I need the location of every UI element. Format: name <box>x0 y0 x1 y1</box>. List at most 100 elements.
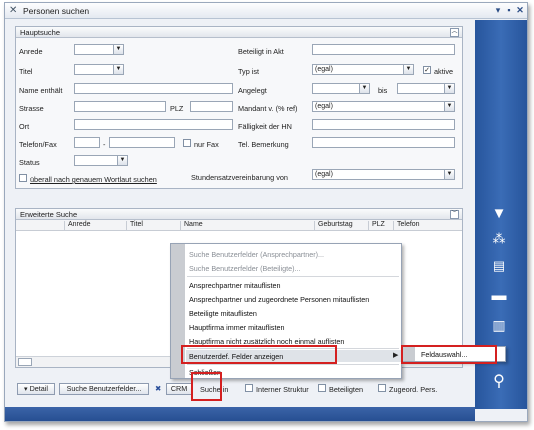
plz-label: PLZ <box>170 104 184 113</box>
zugeord-pers-label: Zugeord. Pers. <box>389 385 438 394</box>
submenu-highlight-box <box>401 345 497 364</box>
typ-select[interactable]: (egal) ▼ <box>312 64 414 75</box>
chevron-down-icon: ▼ <box>444 170 454 179</box>
aktive-label: aktive <box>434 67 454 76</box>
strasse-input[interactable] <box>74 101 166 112</box>
tool-icon: ✕ <box>9 5 18 16</box>
chevron-down-icon: ▼ <box>113 65 123 74</box>
telefon-separator: - <box>103 140 106 149</box>
col-titel[interactable]: Titel <box>126 221 143 230</box>
erweiterte-title: Erweiterte Suche <box>20 210 78 219</box>
anrede-label: Anrede <box>19 47 43 56</box>
col-geburtstag[interactable]: Geburtstag <box>314 221 353 230</box>
menu-item-ansprechpartner-zugeordnete[interactable]: Ansprechpartner und zugeordnete Personen… <box>189 295 369 304</box>
status-label: Status <box>19 158 40 167</box>
submenu-arrow-icon: ▶ <box>393 352 399 359</box>
expand-icon[interactable]: ﹀ <box>450 210 459 219</box>
stundensatz-label: Stundensatzvereinbarung von <box>191 173 288 182</box>
grid-header: Anrede Titel Name Geburtstag PLZ Telefon <box>16 220 462 231</box>
menu-separator <box>187 276 399 277</box>
angelegt-bis-select[interactable]: ▼ <box>397 83 455 94</box>
telefon-vorwahl-input[interactable] <box>74 137 100 148</box>
tree-icon[interactable]: ⁂ <box>489 229 509 249</box>
suche-benutzerfelder-button[interactable]: Suche Benutzerfelder... <box>59 383 149 395</box>
restore-icon[interactable]: ▪ <box>504 5 514 15</box>
erweiterte-header[interactable]: Erweiterte Suche ﹀ <box>16 209 462 220</box>
tel-bemerkung-input[interactable] <box>312 137 455 148</box>
stundensatz-select[interactable]: (egal) ▼ <box>312 169 455 180</box>
window-title: Personen suchen <box>23 6 90 16</box>
telefon-label: Telefon/Fax <box>19 140 57 149</box>
trash-icon[interactable]: ▥ <box>489 315 509 335</box>
bis-label: bis <box>378 86 388 95</box>
menu-item-suche-beteiligte[interactable]: Suche Benutzerfelder (Beteiligte)... <box>189 264 300 273</box>
anrede-select[interactable]: ▼ <box>74 44 124 55</box>
menu-highlight-box <box>181 345 337 364</box>
filter-icon[interactable]: ▼ <box>489 204 509 224</box>
menu-separator <box>187 364 399 365</box>
plz-input[interactable] <box>190 101 233 112</box>
interner-struktur-label: Interner Struktur <box>256 385 309 394</box>
titel-label: Titel <box>19 67 33 76</box>
crm-x-icon: ✖ <box>155 384 162 393</box>
col-anrede[interactable]: Anrede <box>64 221 91 230</box>
chevron-down-icon: ▼ <box>444 102 454 111</box>
nur-fax-checkbox[interactable] <box>183 139 191 147</box>
faelligkeit-label: Fälligkeit der HN <box>238 122 292 131</box>
menu-item-hauptfirma-immer[interactable]: Hauptfirma immer mitauflisten <box>189 323 284 332</box>
typ-label: Typ ist <box>238 67 260 76</box>
angelegt-label: Angelegt <box>238 86 267 95</box>
printer-icon[interactable]: ▬ <box>489 286 509 306</box>
telefon-input[interactable] <box>109 137 175 148</box>
ueberall-checkbox[interactable] <box>19 174 27 182</box>
col-plz[interactable]: PLZ <box>368 221 385 230</box>
search-icon[interactable]: ⚲ <box>489 372 509 392</box>
name-label: Name enthält <box>19 86 63 95</box>
chevron-down-icon: ▼ <box>117 156 127 165</box>
collapse-icon[interactable]: ︿ <box>450 28 459 37</box>
chevron-down-icon: ▼ <box>403 65 413 74</box>
strasse-label: Strasse <box>19 104 44 113</box>
hauptsuche-title: Hauptsuche <box>20 28 61 37</box>
col-name[interactable]: Name <box>180 221 203 230</box>
menu-item-beteiligte-mitauflisten[interactable]: Beteiligte mitauflisten <box>189 309 257 318</box>
pin-icon[interactable]: ▾ <box>493 5 503 15</box>
stundensatz-value: (egal) <box>315 171 333 178</box>
beteiligt-input[interactable] <box>312 44 455 55</box>
close-icon[interactable]: ✕ <box>515 5 525 15</box>
mandant-label: Mandant v. (% ref) <box>238 104 298 113</box>
titel-select[interactable]: ▼ <box>74 64 124 75</box>
menu-item-suche-ansprechpartner[interactable]: Suche Benutzerfelder (Ansprechpartner)..… <box>189 250 324 259</box>
mandant-value: (egal) <box>315 103 333 110</box>
mandant-select[interactable]: (egal) ▼ <box>312 101 455 112</box>
name-input[interactable] <box>74 83 233 94</box>
hauptsuche-header[interactable]: Hauptsuche ︿ <box>16 27 462 38</box>
chevron-down-icon: ▼ <box>113 45 123 54</box>
typ-value: (egal) <box>315 66 333 73</box>
beteiligten-label: Beteiligten <box>329 385 364 394</box>
beteiligten-checkbox[interactable] <box>318 384 326 392</box>
status-select[interactable]: ▼ <box>74 155 128 166</box>
interner-struktur-checkbox[interactable] <box>245 384 253 392</box>
beteiligt-label: Beteiligt in Akt <box>238 47 284 56</box>
crm-button[interactable]: CRM <box>166 383 192 395</box>
aktive-checkbox[interactable]: ✓ <box>423 66 431 74</box>
title-bar: ✕ Personen suchen ▾ ▪ ✕ <box>5 3 527 19</box>
status-bar <box>5 407 475 421</box>
ort-input[interactable] <box>74 119 233 130</box>
ort-label: Ort <box>19 122 30 131</box>
ueberall-label: überall nach genauem Wortlaut suchen <box>30 175 157 184</box>
document-icon[interactable]: ▤ <box>489 256 509 276</box>
faelligkeit-input[interactable] <box>312 119 455 130</box>
col-telefon[interactable]: Telefon <box>393 221 420 230</box>
detail-button[interactable]: ▾ Detail <box>17 383 55 395</box>
tel-bemerkung-label: Tel. Bemerkung <box>238 140 289 149</box>
chevron-down-icon: ▼ <box>359 84 369 93</box>
menu-item-ansprechpartner-mitauflisten[interactable]: Ansprechpartner mitauflisten <box>189 281 281 290</box>
zugeord-pers-checkbox[interactable] <box>378 384 386 392</box>
crm-highlight-box <box>191 372 222 401</box>
nur-fax-label: nur Fax <box>194 140 219 149</box>
scroll-thumb[interactable] <box>18 358 32 366</box>
angelegt-von-select[interactable]: ▼ <box>312 83 370 94</box>
chevron-down-icon: ▼ <box>444 84 454 93</box>
